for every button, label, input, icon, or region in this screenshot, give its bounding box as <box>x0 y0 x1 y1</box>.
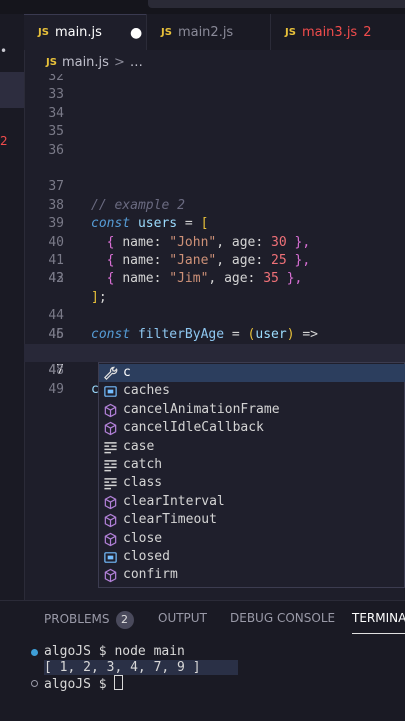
suggestion-item[interactable]: closed <box>99 548 405 566</box>
terminal-cursor <box>114 675 124 690</box>
suggestion-item[interactable]: clearTimeout <box>99 511 405 529</box>
terminal-command-line: algoJS $ node main <box>44 644 185 659</box>
line-number: 43 <box>48 271 64 287</box>
keyword-icon <box>104 478 117 490</box>
suggestion-item[interactable]: cancelIdleCallback <box>99 419 405 437</box>
suggestion-label: confirm <box>123 567 178 583</box>
suggestion-item[interactable]: close <box>99 530 405 548</box>
panel-tab-debug-console[interactable]: DEBUG CONSOLE <box>230 611 335 625</box>
line-number: 34 <box>48 105 64 121</box>
breadcrumb: JS main.js > … <box>24 50 405 74</box>
suggestion-label: closed <box>123 549 170 564</box>
explorer-item-marker: • <box>0 44 8 58</box>
line-number: 48 <box>48 363 64 379</box>
code-line-current[interactable]: 47 c <box>24 344 405 397</box>
editor-tab-bar: JS main.js ● JS main2.js JS main3.js 2 <box>24 14 405 50</box>
suggestion-item[interactable]: case <box>99 438 405 456</box>
keyword-icon <box>104 460 117 472</box>
explorer-error-count: 2 <box>0 134 8 148</box>
method-cube-icon <box>104 495 117 510</box>
panel-tab-output[interactable]: OUTPUT <box>158 611 207 625</box>
line-number: 46 <box>48 326 64 342</box>
suggestion-label: catch <box>123 457 163 472</box>
panel-tab-problems[interactable]: PROBLEMS 2 <box>44 611 134 629</box>
suggestion-label: class <box>123 475 163 491</box>
panel-tab-terminal[interactable]: TERMINAL <box>352 611 405 634</box>
line-number: 35 <box>48 124 64 140</box>
unsaved-dot-icon[interactable]: ● <box>130 25 142 41</box>
method-cube-icon <box>104 532 117 546</box>
code-line: 44 const filterByAge = (user) => <box>24 289 405 341</box>
suggestion-item[interactable]: confirm <box>99 566 405 584</box>
tab-label: main3.js <box>301 24 358 40</box>
code-line: 34 <box>24 105 405 123</box>
keyword-icon <box>104 441 117 453</box>
breadcrumb-file[interactable]: main.js <box>62 55 109 70</box>
code-line: 41 { name: "Jim", age: 35 }, <box>24 234 405 286</box>
suggestion-item[interactable]: clearInterval <box>99 493 405 511</box>
suggestion-label: case <box>123 438 155 454</box>
problems-count-badge: 2 <box>115 611 134 629</box>
tab-label: main2.js <box>177 24 234 40</box>
panel-tab-label: PROBLEMS <box>44 612 110 626</box>
method-cube-icon <box>104 403 117 418</box>
explorer-sidebar: • 2 <box>0 14 25 600</box>
js-file-icon: JS <box>38 27 49 38</box>
breadcrumb-more[interactable]: … <box>130 55 143 70</box>
explorer-selected-item[interactable] <box>0 72 24 108</box>
suggestion-label: cancelAnimationFrame <box>123 401 280 417</box>
suggestion-label: cancelIdleCallback <box>123 420 264 436</box>
suggestion-item[interactable]: cancelAnimationFrame <box>99 401 405 419</box>
suggestion-item[interactable]: caches <box>99 382 405 400</box>
code-line: 42 ]; <box>24 252 405 304</box>
tab-label: main.js <box>54 25 102 40</box>
breadcrumb-separator: > <box>113 54 125 70</box>
code-line: 35 <box>24 123 405 141</box>
suggestion-item[interactable]: catch <box>99 456 405 474</box>
suggestion-label: clearInterval <box>123 493 225 509</box>
terminal-prompt[interactable]: algoJS $ <box>44 675 124 692</box>
code-line: 43 <box>24 270 405 288</box>
suggestion-label: clearTimeout <box>123 512 217 528</box>
title-strip <box>0 0 405 14</box>
js-file-icon: JS <box>285 26 296 38</box>
code-line: 38 const users = [ <box>24 178 405 231</box>
variable-icon <box>104 552 117 563</box>
tab-error-count: 2 <box>363 24 372 40</box>
suggestion-label: c <box>123 365 131 380</box>
method-cube-icon <box>104 569 117 583</box>
variable-icon <box>104 386 117 398</box>
js-file-icon: JS <box>161 26 172 38</box>
line-number: 32 <box>48 74 64 84</box>
code-line: 37 // example 2 <box>24 160 405 212</box>
command-pending-dot-icon <box>31 680 38 687</box>
code-line: 40 { name: "Jane", age: 25 }, <box>24 215 405 268</box>
code-line: 39 { name: "John", age: 30 }, <box>24 197 405 249</box>
method-cube-icon <box>104 513 117 528</box>
command-success-dot-icon <box>31 649 38 656</box>
line-number: 33 <box>48 87 64 103</box>
js-file-icon: JS <box>46 56 57 68</box>
suggestion-label: close <box>123 530 163 546</box>
suggestion-label: caches <box>123 383 170 399</box>
bottom-panel: PROBLEMS2 OUTPUT DEBUG CONSOLE TERMINAL … <box>0 600 405 721</box>
tab-main2-js[interactable]: JS main2.js <box>146 14 270 50</box>
tab-main-js[interactable]: JS main.js ● <box>24 14 146 50</box>
line-number: 36 <box>48 142 64 158</box>
terminal-prompt-text: algoJS $ <box>44 677 115 692</box>
code-line: 36 <box>24 142 405 160</box>
terminal-output: [ 1, 2, 3, 4, 7, 9 ] <box>44 660 201 675</box>
command-center[interactable] <box>148 0 405 8</box>
method-cube-icon <box>104 421 117 436</box>
line-number: 49 <box>48 381 64 397</box>
code-line: 32 <box>24 74 405 86</box>
wrench-icon <box>104 366 118 380</box>
suggestion-item[interactable]: class <box>99 474 405 492</box>
suggestion-item[interactable]: c <box>99 364 405 383</box>
tab-main3-js[interactable]: JS main3.js 2 <box>270 14 405 50</box>
autocomplete-widget[interactable]: c caches cancelAnimationFrame cancelIdle… <box>98 362 405 588</box>
code-line: 46 <box>24 326 405 344</box>
code-line: 33 <box>24 86 405 104</box>
code-line: 45 user.age >= 30; <box>24 307 405 360</box>
